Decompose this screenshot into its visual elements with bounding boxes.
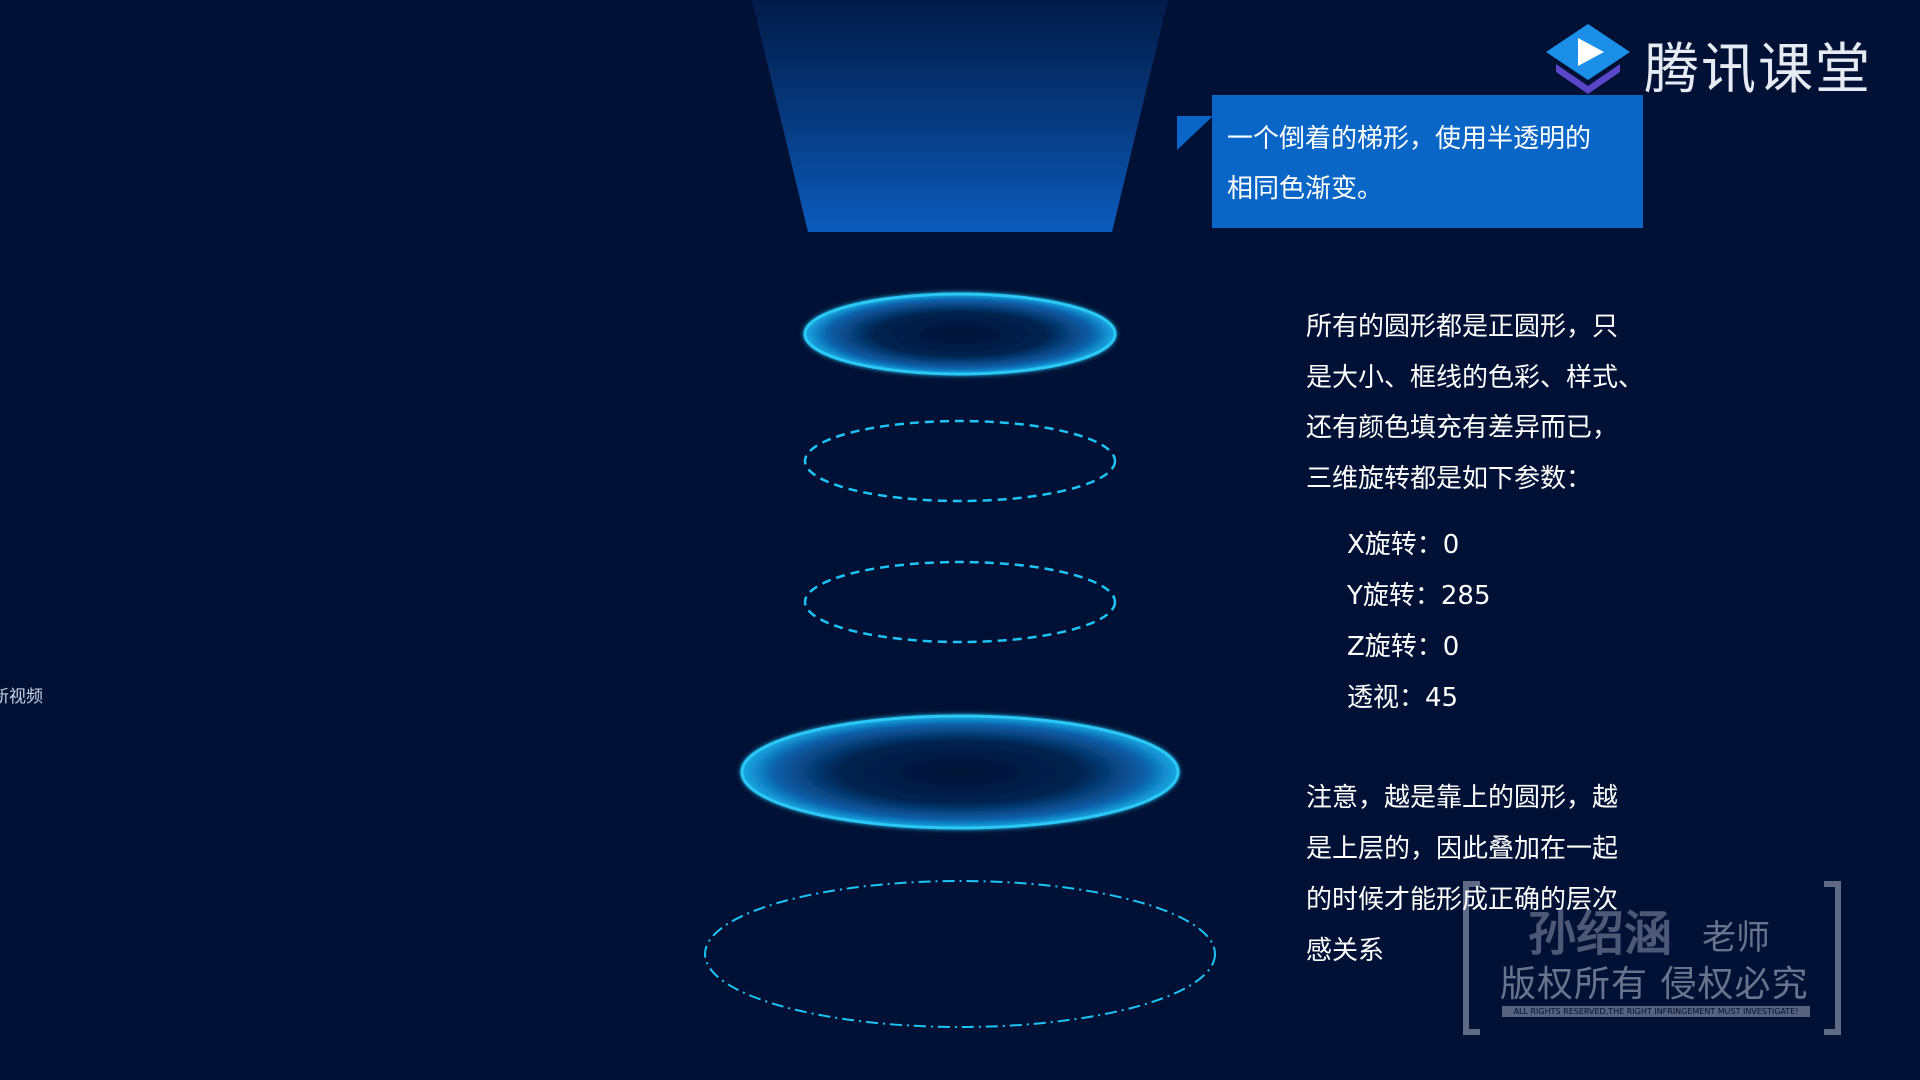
logo-text: 腾讯课堂 <box>1644 37 1873 101</box>
ring-dash-dot <box>704 880 1216 1028</box>
ring-dashed-2 <box>803 560 1117 644</box>
callout-text: 一个倒着的梯形，使用半透明的 相同色渐变。 <box>1227 114 1637 214</box>
note2-line-1: 注意，越是靠上的圆形，越 <box>1306 783 1619 813</box>
watermark-small-print: ALL RIGHTS RESERVED,THE RIGHT INFRINGEME… <box>1502 1006 1810 1017</box>
notes-line-1: 所有的圆形都是正圆形，只 <box>1306 312 1619 342</box>
notes-line-3: 还有颜色填充有差异而已， <box>1306 413 1619 443</box>
ring-filled-large <box>740 714 1180 830</box>
copyright-watermark: 孙绍涵 老师 版权所有 侵权必究 ALL RIGHTS RESERVED,THE… <box>1462 880 1846 1036</box>
param-y-rotation: Y旋转：285 <box>1347 581 1491 611</box>
inverted-trapezoid <box>752 0 1168 232</box>
callout-tail <box>1177 116 1213 150</box>
param-x-rotation: X旋转：0 <box>1347 530 1460 560</box>
notes-line-4: 三维旋转都是如下参数： <box>1306 463 1593 494</box>
tencent-classroom-logo: 腾讯课堂 <box>1542 20 1872 101</box>
param-z-rotation: Z旋转：0 <box>1347 632 1460 662</box>
left-edge-text: 新视频 <box>0 687 43 707</box>
callout-box: 一个倒着的梯形，使用半透明的 相同色渐变。 <box>1212 95 1643 228</box>
notes-line-2: 是大小、框线的色彩、样式、 <box>1306 362 1645 393</box>
rotation-params: X旋转：0 Y旋转：285 Z旋转：0 透视：45 <box>1347 520 1491 724</box>
slide-canvas: 新视频 腾讯课堂 一个倒着的梯形，使用半透明的 相同色渐变。 所有的圆形都是正圆… <box>0 0 1920 1080</box>
param-perspective: 透视：45 <box>1347 683 1459 713</box>
ring-dashed-1 <box>803 419 1117 503</box>
note2-line-2: 是上层的，因此叠加在一起 <box>1306 834 1619 864</box>
watermark-rights: 版权所有 侵权必究 <box>1500 964 1809 1005</box>
watermark-name: 孙绍涵 <box>1528 906 1673 962</box>
callout-line-2: 相同色渐变。 <box>1227 174 1384 204</box>
ring-filled-small <box>803 292 1117 376</box>
circle-notes: 所有的圆形都是正圆形，只 是大小、框线的色彩、样式、 还有颜色填充有差异而已， … <box>1306 302 1686 504</box>
watermark-title: 老师 <box>1702 918 1770 958</box>
callout-line-1: 一个倒着的梯形，使用半透明的 <box>1227 124 1592 154</box>
play-icon <box>1546 24 1630 94</box>
